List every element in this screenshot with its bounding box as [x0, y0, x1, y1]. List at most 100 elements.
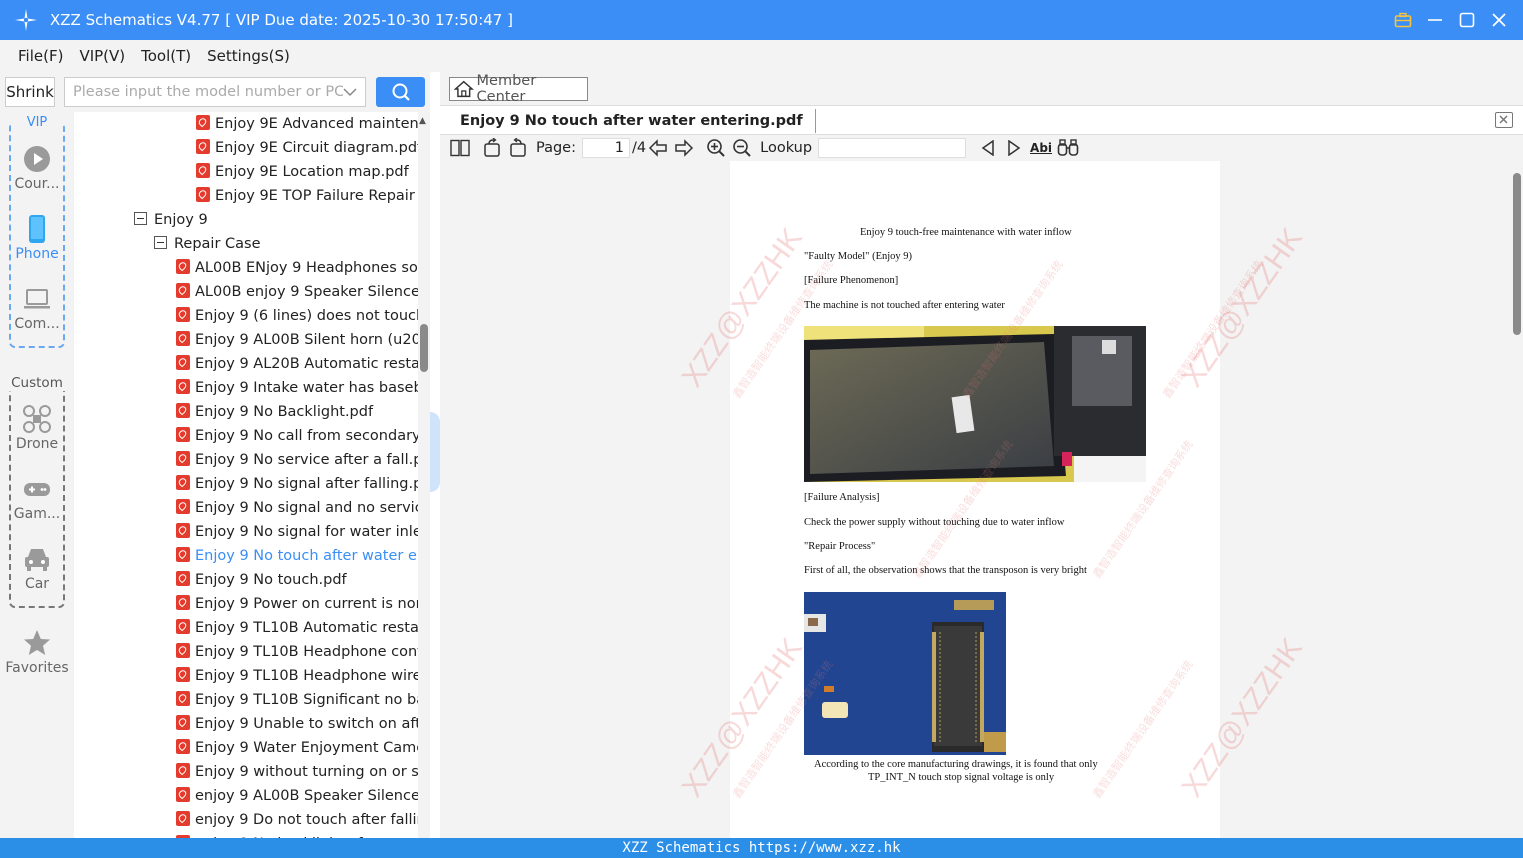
tree-file-item[interactable]: AL00B ENjoy 9 Headphones sou [176, 256, 418, 280]
chevron-down-icon[interactable] [343, 87, 357, 97]
tree-file-item[interactable]: Enjoy 9 No touch after water en [176, 544, 418, 568]
pdf-icon [176, 787, 190, 802]
category-label: Phone [15, 246, 59, 262]
tree-file-item[interactable]: Enjoy 9 TL10B Headphone wire [176, 664, 418, 688]
search-button[interactable] [376, 77, 425, 107]
tree-scrollbar-thumb[interactable] [420, 324, 428, 372]
two-page-view-icon[interactable] [448, 137, 472, 159]
collapse-toggle-icon[interactable] [134, 212, 147, 225]
tree-file-item[interactable]: Enjoy 9 Power on current is nor [176, 592, 418, 616]
tree-file-item[interactable]: Enjoy 9 Water Enjoyment Came [176, 736, 418, 760]
viewer-scrollbar-thumb[interactable] [1513, 173, 1521, 335]
category-label: Drone [15, 436, 59, 452]
menu-tool[interactable]: Tool(T) [141, 47, 191, 65]
tree-file-item[interactable]: AL00B enjoy 9 Speaker Silence [176, 280, 418, 304]
tree-file-label: Enjoy 9 (6 lines) does not touch [195, 308, 418, 324]
viewer-scrollbar[interactable] [1511, 161, 1523, 838]
category-drone[interactable]: Drone [0, 404, 74, 452]
vip-group-label: VIP [11, 115, 63, 130]
left-panel: Shrink Please input the model number or … [0, 72, 430, 838]
tree-file-item[interactable]: Enjoy 9E TOP Failure Repair G [196, 184, 418, 208]
rotate-left-icon[interactable] [480, 137, 504, 159]
member-center-button[interactable]: Member Center [449, 73, 588, 105]
minimize-button[interactable] [1425, 10, 1445, 30]
tree-file-item[interactable]: Enjoy 9 No signal for water inle [176, 520, 418, 544]
title-bar: XZZ Schematics V4.77 [ VIP Due date: 202… [0, 0, 1523, 40]
tree-file-item[interactable]: Enjoy 9 No signal after falling.p [176, 472, 418, 496]
category-games[interactable]: Gam... [0, 474, 74, 522]
close-button[interactable] [1489, 10, 1509, 30]
tree-file-label: Enjoy 9 No touch.pdf [195, 572, 347, 588]
pdf-icon [176, 739, 190, 754]
maximize-button[interactable] [1457, 10, 1477, 30]
tree-file-item[interactable]: Enjoy 9E Advanced maintena [196, 112, 418, 136]
watermark: XZZ@XZZHK [1175, 222, 1310, 394]
tree-file-item[interactable]: enjoy 9 Do not touch after fallir [176, 808, 418, 832]
shrink-button[interactable]: Shrink [5, 77, 55, 107]
tree-file-item[interactable]: Enjoy 9 (6 lines) does not touch [176, 304, 418, 328]
prev-page-icon[interactable] [646, 137, 670, 159]
category-phone[interactable]: Phone [0, 214, 74, 262]
rotate-right-icon[interactable] [506, 137, 530, 159]
scroll-up-icon[interactable]: ▲ [419, 116, 426, 126]
menu-vip[interactable]: VIP(V) [79, 47, 125, 65]
pdf-viewer[interactable]: Enjoy 9 touch-free maintenance with wate… [440, 161, 1523, 838]
close-tabs-icon[interactable] [1495, 112, 1513, 128]
tree-file-item[interactable]: Enjoy 9E Circuit diagram.pdf [196, 136, 418, 160]
watermark: XZZ@XZZHK [1175, 632, 1310, 804]
tree-file-item[interactable]: Enjoy 9 No call from secondary [176, 424, 418, 448]
tree-file-item[interactable]: Enjoy 9 Unable to switch on aft [176, 712, 418, 736]
tree-file-item[interactable]: Enjoy 9 Intake water has baseba [176, 376, 418, 400]
find-all-icon[interactable] [1056, 137, 1080, 159]
zoom-in-icon[interactable] [704, 137, 728, 159]
tree-file-item[interactable]: Enjoy 9 AL00B Silent horn (u201 [176, 328, 418, 352]
doc-phenomenon: The machine is not touched after enterin… [804, 300, 1005, 311]
tree-file-item[interactable]: Enjoy 9 TL10B Significant no ba [176, 688, 418, 712]
next-page-icon[interactable] [672, 137, 696, 159]
zoom-out-icon[interactable] [730, 137, 754, 159]
viewer-panel: Member Center Enjoy 9 No touch after wat… [440, 72, 1523, 838]
tree-file-label: Enjoy 9 Power on current is nor [195, 596, 418, 612]
tree-file-item[interactable]: Enjoy 9 AL20B Automatic restar [176, 352, 418, 376]
category-car[interactable]: Car [0, 544, 74, 592]
page-number-input[interactable]: 1 [582, 138, 630, 158]
tree-folder-label: Repair Case [174, 236, 261, 252]
tree-folder-repair-case[interactable]: Repair Case [154, 232, 261, 256]
doc-caption-line1: According to the core manufacturing draw… [814, 759, 1098, 770]
favorites-button[interactable]: Favorites [0, 628, 74, 676]
search-input[interactable]: Please input the model number or PCB [64, 77, 366, 107]
category-computer[interactable]: Com... [0, 284, 74, 332]
tree-file-item[interactable]: Enjoy 9E Location map.pdf [196, 160, 409, 184]
tree-file-item[interactable]: Enjoy 9 No touch.pdf [176, 568, 347, 592]
tree-file-label: Enjoy 9E Circuit diagram.pdf [215, 140, 418, 156]
tree-scrollbar[interactable]: ▲ [418, 112, 430, 838]
panel-collapse-handle[interactable] [430, 412, 440, 492]
tree-file-item[interactable]: Enjoy 9 TL10B Headphone cont [176, 640, 418, 664]
tree-file-item[interactable]: Enjoy 9 TL10B Automatic restart [176, 616, 418, 640]
tree-folder-enjoy-9[interactable]: Enjoy 9 [134, 208, 208, 232]
tree-file-label: Enjoy 9 No call from secondary [195, 428, 418, 444]
tree-file-item[interactable]: Enjoy 9 No signal and no servic [176, 496, 418, 520]
pdf-icon [176, 403, 190, 418]
lookup-input[interactable] [818, 138, 967, 158]
watermark-cn: 鑫智造智能终端设备维修查询系统 [1091, 658, 1196, 801]
match-case-icon[interactable]: Abi [1028, 137, 1054, 159]
pdf-icon [176, 331, 190, 346]
collapse-toggle-icon[interactable] [154, 236, 167, 249]
tree-file-label: AL00B ENjoy 9 Headphones sou [195, 260, 418, 276]
menu-settings[interactable]: Settings(S) [207, 47, 290, 65]
briefcase-icon[interactable] [1393, 10, 1413, 30]
tree-file-item[interactable]: Enjoy 9 without turning on or si [176, 760, 418, 784]
pdf-icon [176, 379, 190, 394]
tree-file-item[interactable]: enjoy 9 AL00B Speaker Silence ( [176, 784, 418, 808]
menu-file[interactable]: File(F) [18, 47, 63, 65]
tree-file-item[interactable]: Enjoy 9 No service after a fall.pc [176, 448, 418, 472]
find-next-icon[interactable] [1002, 137, 1026, 159]
tree-file-item[interactable]: Enjoy 9 No Backlight.pdf [176, 400, 373, 424]
document-tab[interactable]: Enjoy 9 No touch after water entering.pd… [448, 109, 816, 133]
pdf-icon [176, 427, 190, 442]
pdf-icon [176, 691, 190, 706]
find-prev-icon[interactable] [976, 137, 1000, 159]
doc-title: Enjoy 9 touch-free maintenance with wate… [860, 227, 1072, 238]
category-courses[interactable]: Cour... [0, 144, 74, 192]
